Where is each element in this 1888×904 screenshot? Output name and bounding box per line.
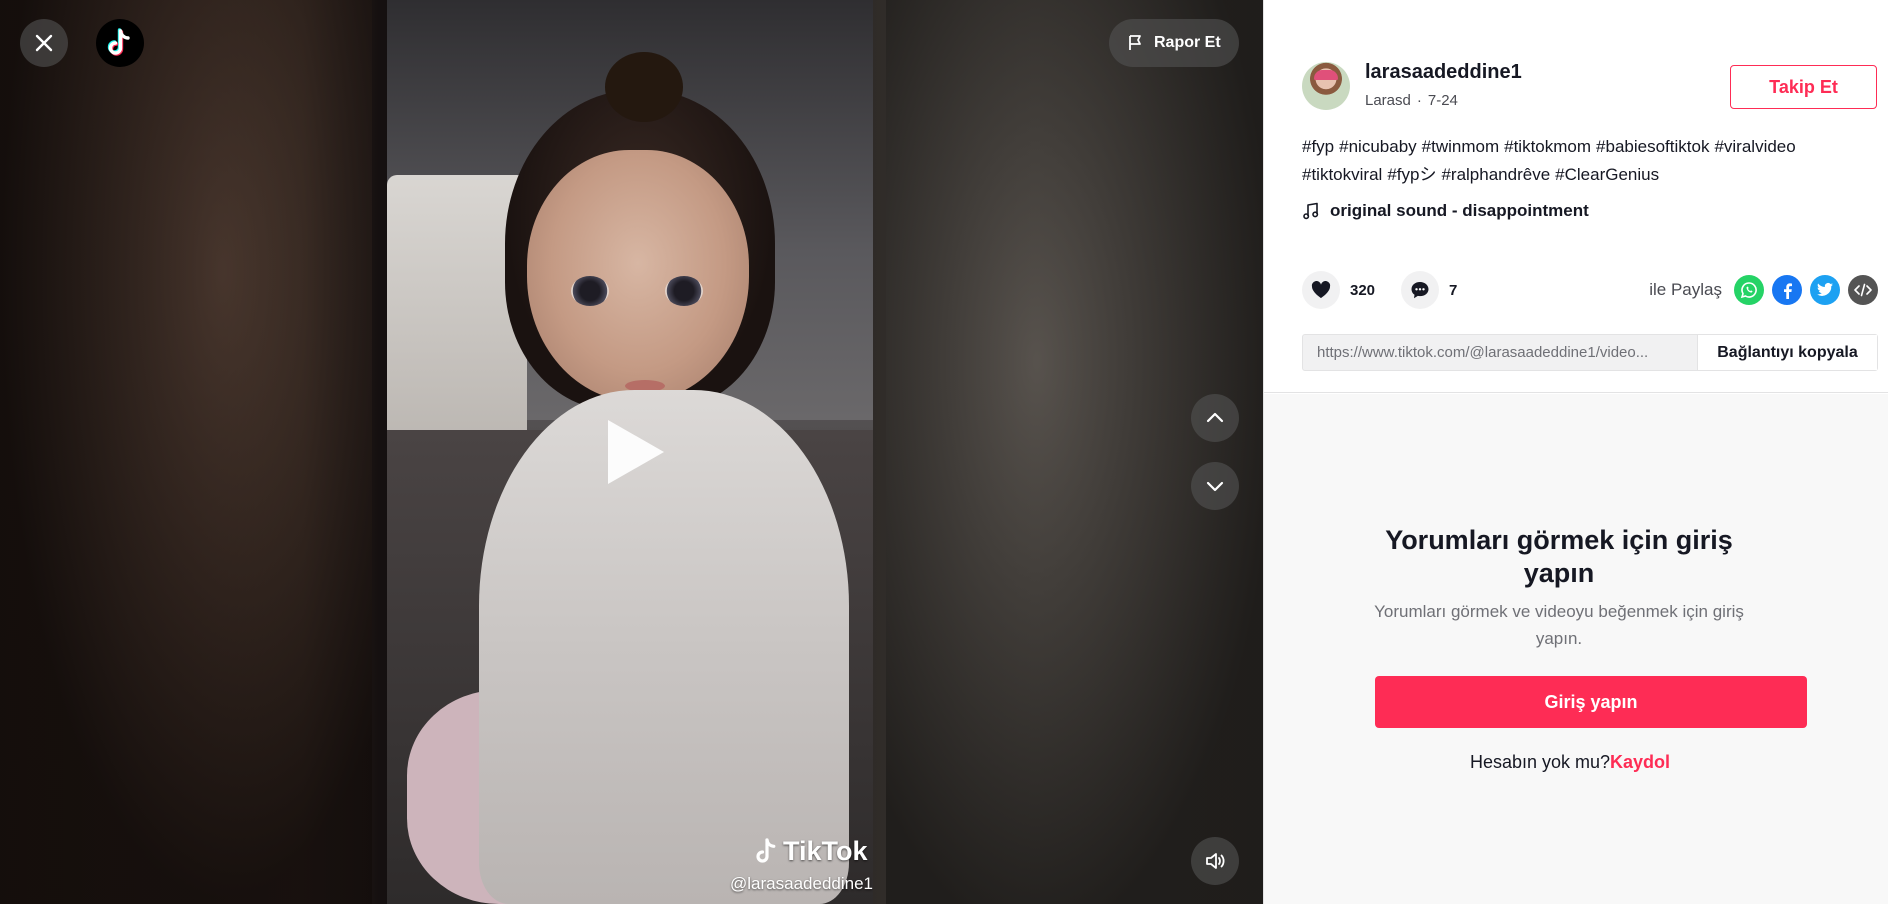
like-button[interactable] xyxy=(1302,271,1340,309)
signup-prompt: Hesabın yok mu?Kaydol xyxy=(1364,752,1776,773)
detail-panel: larasaadeddine1 Larasd · 7-24 Takip Et #… xyxy=(1263,0,1888,904)
video-stage: TikTok @larasaadeddine1 Rapor Et xyxy=(0,0,1263,904)
flag-icon xyxy=(1129,35,1141,50)
no-account-text: Hesabın yok mu? xyxy=(1469,752,1611,772)
hashtag-link[interactable]: #fyp xyxy=(1302,137,1334,156)
music-link[interactable]: original sound - disappointment xyxy=(1302,201,1589,221)
video-watermark-handle: @larasaadeddine1 xyxy=(730,874,873,893)
hashtag-link[interactable]: #nicubaby xyxy=(1339,137,1417,156)
share-bar: ile Paylaş xyxy=(1649,275,1878,305)
embed-icon xyxy=(1854,283,1872,297)
previous-video-button[interactable] xyxy=(1191,394,1239,442)
next-video-button[interactable] xyxy=(1191,462,1239,510)
share-whatsapp-button[interactable] xyxy=(1734,275,1764,305)
hashtag-link[interactable]: #tiktokviral xyxy=(1302,165,1382,184)
comments-login-subtitle: Yorumları görmek ve videoyu beğenmek içi… xyxy=(1374,602,1744,648)
share-link-row: https://www.tiktok.com/@larasaadeddine1/… xyxy=(1302,334,1878,371)
chevron-up-icon xyxy=(1206,412,1224,423)
follow-button[interactable]: Takip Et xyxy=(1730,65,1877,109)
tiktok-home-button[interactable] xyxy=(96,19,144,67)
comment-icon xyxy=(1411,282,1429,299)
login-button[interactable]: Giriş yapın xyxy=(1375,676,1807,728)
video-frame-face xyxy=(527,150,749,402)
music-note-icon xyxy=(1303,202,1319,220)
video-watermark-logo: TikTok xyxy=(753,836,868,867)
comments-login-title: Yorumları görmek için giriş yapın xyxy=(1385,525,1733,588)
share-link-url[interactable]: https://www.tiktok.com/@larasaadeddine1/… xyxy=(1303,335,1697,370)
hashtag-link[interactable]: #fypシ xyxy=(1387,165,1436,184)
comment-button[interactable] xyxy=(1401,271,1440,309)
play-icon[interactable] xyxy=(608,420,664,484)
username-link[interactable]: larasaadeddine1 xyxy=(1365,61,1522,84)
like-count: 320 xyxy=(1350,281,1376,299)
facebook-icon xyxy=(1784,283,1792,299)
share-facebook-button[interactable] xyxy=(1772,275,1802,305)
share-label: ile Paylaş xyxy=(1649,280,1722,299)
share-twitter-button[interactable] xyxy=(1810,275,1840,305)
avatar-cap xyxy=(1314,70,1338,80)
copy-link-button[interactable]: Bağlantıyı kopyala xyxy=(1697,335,1877,370)
video-frame-body xyxy=(479,390,849,904)
close-icon xyxy=(35,34,53,52)
avatar[interactable] xyxy=(1302,62,1350,110)
blurred-backdrop-right xyxy=(886,0,1263,904)
engagement-stats: 320 7 xyxy=(1302,271,1483,309)
twitter-icon xyxy=(1817,282,1833,296)
report-button[interactable]: Rapor Et xyxy=(1109,19,1239,67)
whatsapp-icon xyxy=(1740,282,1757,299)
tiktok-logo-icon xyxy=(107,28,130,56)
video-watermark-brand: TikTok xyxy=(783,836,868,866)
volume-icon xyxy=(1206,853,1225,869)
volume-button[interactable] xyxy=(1191,837,1239,885)
tiktok-logo-icon xyxy=(756,837,776,863)
close-button[interactable] xyxy=(20,19,68,67)
post-date: 7-24 xyxy=(1427,92,1458,109)
video-description: #fyp #nicubaby #twinmom #tiktokmom #babiesof… xyxy=(1302,133,1882,189)
hashtag-link[interactable]: #ralphandrêve xyxy=(1441,165,1550,184)
heart-icon xyxy=(1311,281,1331,298)
report-label: Rapor Et xyxy=(1154,34,1221,51)
hashtag-link[interactable]: #twinmom xyxy=(1422,137,1499,156)
comments-login-gate: Yorumları görmek için giriş yapın Yoruml… xyxy=(1264,394,1888,904)
video-frame-bun xyxy=(605,52,683,122)
comment-count: 7 xyxy=(1449,281,1458,299)
music-title: original sound - disappointment xyxy=(1330,201,1589,220)
signup-link[interactable]: Kaydol xyxy=(1610,752,1670,772)
hashtag-link[interactable]: #babiesoftiktok xyxy=(1596,137,1709,156)
blurred-backdrop-left xyxy=(0,0,372,904)
video-frame-eye xyxy=(665,276,703,306)
hashtag-link[interactable]: #tiktokmom xyxy=(1504,137,1591,156)
video-frame-eye xyxy=(571,276,609,306)
share-embed-button[interactable] xyxy=(1848,275,1878,305)
separator: · xyxy=(1416,92,1422,109)
author-subline: Larasd · 7-24 xyxy=(1365,92,1458,109)
chevron-down-icon xyxy=(1206,481,1224,492)
nickname: Larasd xyxy=(1365,92,1411,109)
hashtag-link[interactable]: #ClearGenius xyxy=(1555,165,1659,184)
video-info-section: larasaadeddine1 Larasd · 7-24 Takip Et #… xyxy=(1264,0,1888,393)
hashtag-link[interactable]: #viralvideo xyxy=(1714,137,1795,156)
